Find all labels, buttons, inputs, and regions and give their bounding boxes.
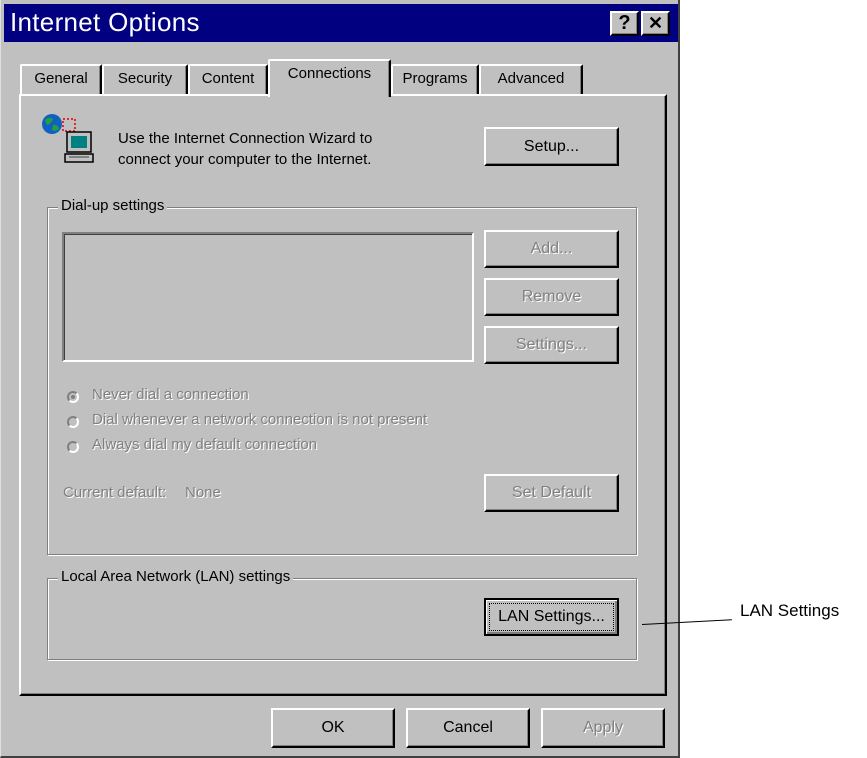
- tab-programs[interactable]: Programs: [391, 64, 479, 94]
- tab-label: Content: [201, 70, 255, 87]
- radio-never-dial-label: Never dial a connection: [92, 386, 249, 403]
- radio-dial-whenever[interactable]: [67, 416, 79, 428]
- tab-label: Programs: [402, 70, 468, 87]
- setup-button[interactable]: Setup...: [484, 127, 619, 166]
- help-icon: ?: [618, 12, 631, 34]
- radio-never-dial[interactable]: [67, 391, 79, 403]
- tab-security[interactable]: Security: [102, 64, 188, 94]
- dialup-group-label: Dial-up settings: [58, 197, 168, 214]
- lan-group-label: Local Area Network (LAN) settings: [58, 568, 294, 585]
- tab-general[interactable]: General: [20, 64, 102, 94]
- radio-dial-whenever-label: Dial whenever a network connection is no…: [92, 411, 428, 428]
- network-computer-globe-icon: [40, 112, 104, 168]
- tab-label: General: [34, 70, 88, 87]
- wizard-description: Use the Internet Connection Wizard to co…: [118, 128, 372, 170]
- remove-button[interactable]: Remove: [484, 278, 619, 316]
- set-default-button[interactable]: Set Default: [484, 474, 619, 512]
- dialup-settings-button[interactable]: Settings...: [484, 326, 619, 364]
- callout-label: LAN Settings: [740, 601, 840, 620]
- radio-always-dial-label: Always dial my default connection: [92, 436, 318, 453]
- help-button[interactable]: ?: [610, 11, 639, 36]
- current-default-value: None: [185, 484, 221, 501]
- tab-content[interactable]: Content: [188, 64, 268, 94]
- tab-advanced[interactable]: Advanced: [479, 64, 583, 94]
- close-button[interactable]: ✕: [641, 11, 670, 36]
- cancel-button[interactable]: Cancel: [406, 708, 530, 748]
- wizard-text-line1: Use the Internet Connection Wizard to: [118, 130, 373, 147]
- ok-button[interactable]: OK: [271, 708, 395, 748]
- title-bar[interactable]: Internet Options ? ✕: [4, 4, 678, 42]
- internet-options-dialog: Internet Options ? ✕ General Security Co…: [0, 0, 680, 758]
- tab-label: Security: [117, 70, 173, 87]
- add-button[interactable]: Add...: [484, 230, 619, 268]
- window-title: Internet Options: [10, 7, 200, 37]
- apply-button[interactable]: Apply: [541, 708, 665, 748]
- current-default-label: Current default:: [63, 484, 167, 501]
- focus-rect: [489, 603, 614, 631]
- wizard-text-line2: connect your computer to the Internet.: [118, 151, 372, 168]
- lan-settings-button[interactable]: LAN Settings...: [484, 598, 619, 636]
- tab-label: Advanced: [497, 70, 565, 87]
- radio-always-dial[interactable]: [67, 441, 79, 453]
- tab-connections[interactable]: Connections: [268, 59, 391, 97]
- tab-label: Connections: [287, 65, 372, 82]
- close-icon: ✕: [647, 13, 664, 33]
- dialup-connections-list[interactable]: [62, 232, 474, 362]
